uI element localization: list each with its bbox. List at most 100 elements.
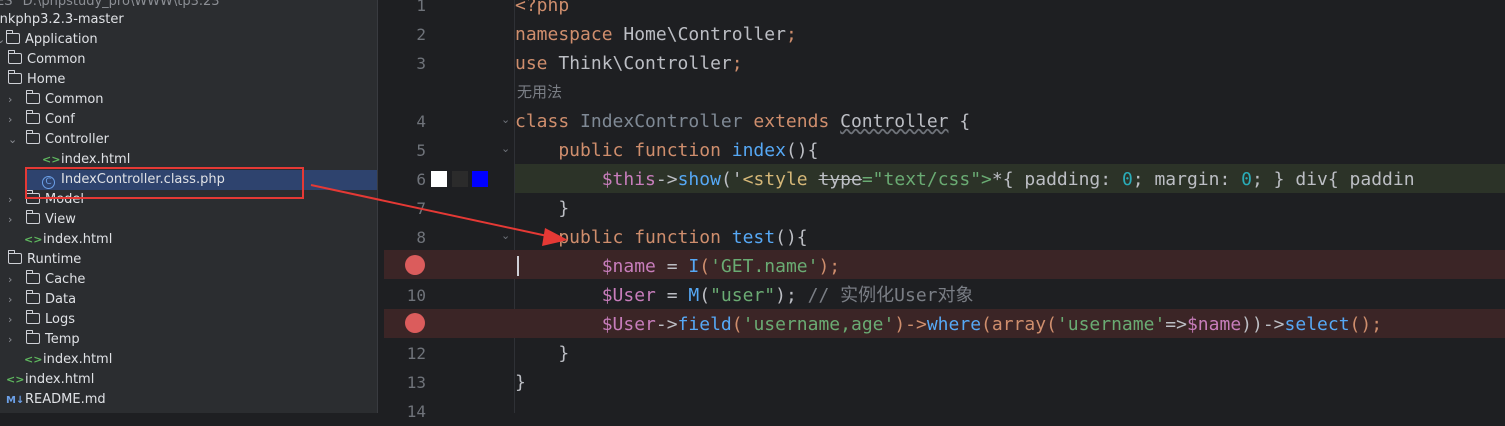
html-file-icon: <> <box>24 233 43 246</box>
tree-item-controller-index-html[interactable]: <>index.html <box>42 150 130 170</box>
tree-item-label: Home <box>27 72 66 87</box>
line-number: 12 <box>406 344 426 363</box>
code-line-2[interactable]: namespace Home\Controller; <box>515 20 1505 49</box>
tree-item-root-index-html[interactable]: <>index.html <box>6 370 94 390</box>
line-number: 2 <box>416 25 426 44</box>
chevron-right-icon[interactable]: › <box>8 210 18 230</box>
line-number: 5 <box>416 141 426 160</box>
tree-item-home-index-html[interactable]: <>index.html <box>24 230 112 250</box>
color-swatch-icon[interactable] <box>452 171 468 187</box>
tree-item-application[interactable]: ⌄ Application <box>0 30 98 50</box>
tree-item-logs[interactable]: › Logs <box>8 310 75 330</box>
chevron-right-icon[interactable]: › <box>8 290 18 310</box>
tree-item-label: Common <box>45 92 104 107</box>
code-line-3[interactable]: use Think\Controller; <box>515 49 1505 78</box>
project-root-path: D:\phpstudy_pro\WWW\tp3.23 <box>22 0 220 9</box>
tree-item-home-common[interactable]: › Common <box>8 90 104 110</box>
php-class-icon: C <box>42 176 55 189</box>
tree-item-label: inkphp3.2.3-master <box>0 12 124 27</box>
tree-item-label: Runtime <box>27 252 82 267</box>
folder-icon <box>25 270 40 284</box>
tree-item-conf[interactable]: › Conf <box>8 110 75 130</box>
tree-item-label: index.html <box>43 352 113 367</box>
html-file-icon: <> <box>24 353 43 366</box>
chevron-down-icon[interactable]: ⌄ <box>8 130 18 150</box>
tree-item-home[interactable]: Home <box>7 70 66 90</box>
fold-icon[interactable]: ⌄ <box>501 142 510 155</box>
tree-item-common[interactable]: Common <box>7 50 86 70</box>
tree-item-data[interactable]: › Data <box>8 290 76 310</box>
tree-item-controller[interactable]: ⌄ Controller <box>8 130 109 150</box>
line-number: 4 <box>416 112 426 131</box>
tree-item-label: Cache <box>45 272 86 287</box>
code-line-7[interactable]: } <box>515 194 1505 223</box>
line-number: 1 <box>416 0 426 15</box>
text-caret <box>517 256 519 276</box>
line-number: 6 <box>416 170 426 189</box>
tree-item-label: index.html <box>61 152 131 167</box>
tree-item-label: Conf <box>45 112 75 127</box>
tree-item-model[interactable]: › Model <box>8 190 84 210</box>
folder-icon <box>7 70 22 84</box>
breakpoint-icon[interactable] <box>405 255 425 275</box>
code-line-13[interactable]: } <box>515 368 1505 397</box>
tree-item-label: Model <box>45 192 85 207</box>
folder-icon <box>25 290 40 304</box>
tree-item-view[interactable]: › View <box>8 210 76 230</box>
tree-item-label: Common <box>27 52 86 67</box>
chevron-right-icon[interactable]: › <box>8 110 18 130</box>
line-number: 13 <box>406 373 426 392</box>
tree-item-label: View <box>45 212 76 227</box>
tree-item-label: index.html <box>25 372 95 387</box>
chevron-right-icon[interactable]: › <box>8 90 18 110</box>
tree-item-label: Controller <box>45 132 109 147</box>
folder-icon <box>5 30 20 44</box>
fold-icon[interactable]: ⌄ <box>501 113 510 126</box>
folder-icon <box>7 250 22 264</box>
folder-icon <box>25 310 40 324</box>
project-tree: ES D:\phpstudy_pro\WWW\tp3.23 inkphp3.2.… <box>0 0 377 413</box>
tree-item-readme[interactable]: M↓README.md <box>6 390 106 410</box>
line-number: 14 <box>406 402 426 421</box>
color-swatch-icon[interactable] <box>472 171 488 187</box>
code-line-1[interactable]: <?php <box>515 0 1505 20</box>
line-number: 10 <box>406 286 426 305</box>
chevron-right-icon[interactable]: › <box>8 330 18 350</box>
chevron-right-icon[interactable]: › <box>8 310 18 330</box>
code-line-11[interactable]: $User->field('username,age')->where(arra… <box>515 310 1505 339</box>
line-number: 8 <box>416 228 426 247</box>
code-line-6[interactable]: $this->show('<style type="text/css">*{ p… <box>515 165 1505 194</box>
tree-item-runtime-index-html[interactable]: <>index.html <box>24 350 112 370</box>
tree-item-label: IndexController.class.php <box>61 172 225 187</box>
code-line-9[interactable]: $name = I('GET.name'); <box>515 252 1505 281</box>
folder-icon <box>25 190 40 204</box>
chevron-right-icon[interactable]: › <box>8 270 18 290</box>
tree-item-label: index.html <box>43 232 113 247</box>
line-number: 7 <box>416 199 426 218</box>
tree-item-label: Data <box>45 292 77 307</box>
markdown-file-icon: M↓ <box>6 395 25 406</box>
code-line-12[interactable]: } <box>515 339 1505 368</box>
color-swatch-icon[interactable] <box>431 171 447 187</box>
folder-icon <box>25 90 40 104</box>
code-line-8[interactable]: public function test(){ <box>515 223 1505 252</box>
tree-item-runtime[interactable]: Runtime <box>7 250 82 270</box>
tree-item-temp[interactable]: › Temp <box>8 330 80 350</box>
breakpoint-icon[interactable] <box>405 313 425 333</box>
fold-icon[interactable]: ⌄ <box>501 229 510 242</box>
code-line-5[interactable]: public function index(){ <box>515 136 1505 165</box>
tree-item-framework-root[interactable]: inkphp3.2.3-master <box>0 10 124 30</box>
html-file-icon: <> <box>42 153 61 166</box>
folder-icon <box>7 50 22 64</box>
folder-icon <box>25 210 40 224</box>
tree-item-label: Logs <box>45 312 75 327</box>
tree-item-label: README.md <box>25 392 106 407</box>
usage-inlay-hint[interactable]: 无用法 <box>517 79 562 105</box>
code-line-10[interactable]: $User = M("user"); // 实例化User对象 <box>515 281 1505 310</box>
chevron-right-icon[interactable]: › <box>8 190 18 210</box>
code-line-4[interactable]: class IndexController extends Controller… <box>515 107 1505 136</box>
tree-item-cache[interactable]: › Cache <box>8 270 85 290</box>
html-file-icon: <> <box>6 373 25 386</box>
tree-item-indexcontroller[interactable]: C IndexController.class.php <box>26 170 377 190</box>
folder-icon <box>25 110 40 124</box>
